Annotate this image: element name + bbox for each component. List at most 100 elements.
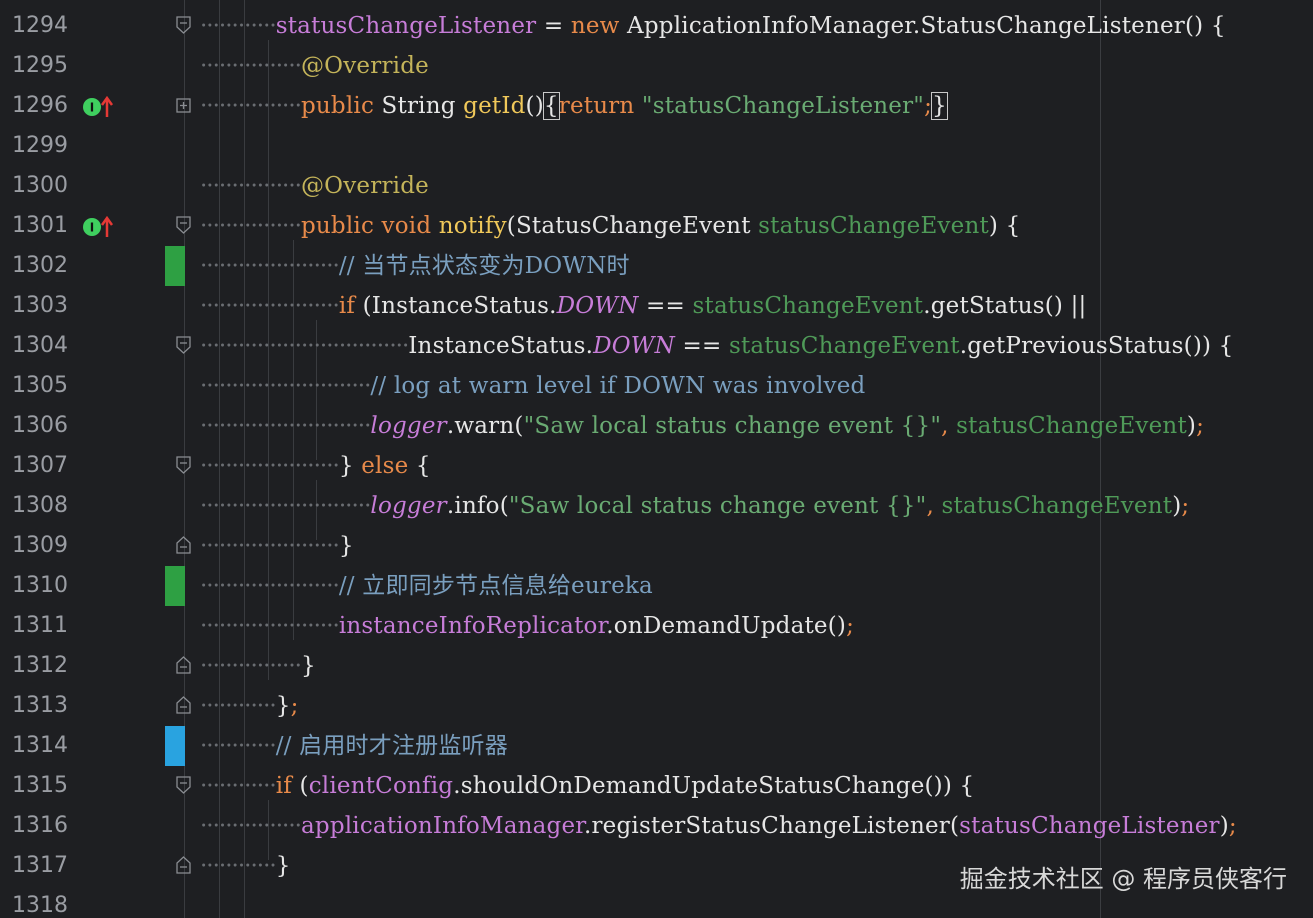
fold-end-icon[interactable] [176, 656, 191, 674]
whitespace-dots: ······················ [200, 613, 340, 639]
code-token: .onDemandUpdate() [606, 613, 847, 639]
code-token: { [408, 453, 431, 479]
implementing-method-icon[interactable]: I [82, 96, 116, 118]
folded-region-brace[interactable]: { [542, 92, 560, 120]
fold-expand-icon[interactable] [176, 98, 191, 116]
code-token: else [361, 453, 409, 479]
code-line[interactable]: 1299 [0, 126, 1313, 166]
code-line[interactable]: 1300 ················@Override [0, 166, 1313, 206]
code-line[interactable]: 1309 ······················} [0, 526, 1313, 566]
code-token: ; [846, 613, 855, 639]
code-token: .getStatus() || [923, 293, 1087, 319]
line-number: 1303 [12, 293, 68, 318]
code-line[interactable]: 1316 ················applicationInfoMana… [0, 806, 1313, 846]
fold-end-icon[interactable] [176, 856, 191, 874]
code-token: clientConfig [308, 773, 454, 799]
code-token: = [536, 13, 571, 39]
whitespace-dots: ··························· [200, 373, 371, 399]
code-line[interactable]: 1307 ······················} else { [0, 446, 1313, 486]
whitespace-dots: ················ [200, 213, 302, 239]
line-number: 1310 [12, 573, 68, 598]
code-line[interactable]: 1315 ············if (clientConfig.should… [0, 766, 1313, 806]
line-number: 1296 [12, 93, 68, 118]
fold-end-icon[interactable] [176, 696, 191, 714]
line-number: 1302 [12, 253, 68, 278]
fold-collapse-icon[interactable] [176, 776, 191, 794]
code-line[interactable]: 1312 ················} [0, 646, 1313, 686]
code-line[interactable]: 1295 ················@Override [0, 46, 1313, 86]
whitespace-dots: ··························· [200, 493, 371, 519]
code-token: applicationInfoManager [300, 813, 584, 839]
code-token: DOWN [556, 293, 639, 319]
code-token: .registerStatusChangeListener( [583, 813, 960, 839]
code-token: ; [1181, 493, 1190, 519]
code-token: // log at warn level if DOWN was involve… [370, 373, 866, 399]
code-token: if [275, 773, 293, 799]
whitespace-dots: ················ [200, 93, 302, 119]
code-line[interactable]: 1301 I ················public void notif… [0, 206, 1313, 246]
line-number: 1306 [12, 413, 68, 438]
line-number: 1317 [12, 853, 68, 878]
code-token: ; [1228, 813, 1237, 839]
fold-collapse-icon[interactable] [176, 216, 191, 234]
code-token: ; [290, 693, 299, 719]
vcs-modified-marker[interactable] [165, 246, 185, 286]
fold-end-icon[interactable] [176, 536, 191, 554]
code-token: @Override [300, 53, 429, 79]
code-line[interactable]: 1304 ·································In… [0, 326, 1313, 366]
code-token: == [638, 293, 693, 319]
line-number: 1301 [12, 213, 68, 238]
line-number: 1300 [12, 173, 68, 198]
implementing-method-icon[interactable]: I [82, 216, 116, 238]
code-line[interactable]: 1308 ···························logger.i… [0, 486, 1313, 526]
code-line[interactable]: 1294 ············statusChangeListener = … [0, 6, 1313, 46]
code-line[interactable]: 1314 ············// 启用时才注册监听器 [0, 726, 1313, 766]
code-line[interactable]: 1311 ······················instanceInfoR… [0, 606, 1313, 646]
whitespace-dots: ················ [200, 173, 302, 199]
code-token: ( [292, 773, 309, 799]
whitespace-dots: ··························· [200, 413, 371, 439]
line-number: 1315 [12, 773, 68, 798]
whitespace-dots: ················ [200, 813, 302, 839]
code-line[interactable]: 1302 ······················// 当节点状态变为DOW… [0, 246, 1313, 286]
whitespace-dots: ············ [200, 773, 277, 799]
code-token: } [338, 453, 362, 479]
code-token: DOWN [593, 333, 675, 359]
code-line[interactable]: 1306 ···························logger.w… [0, 406, 1313, 446]
whitespace-dots: ······················ [200, 253, 340, 279]
folded-region-brace[interactable]: } [931, 92, 948, 120]
code-token: ) [1172, 493, 1182, 519]
code-token: (StatusChangeEvent [506, 213, 759, 239]
whitespace-dots: ································· [200, 333, 409, 359]
line-number: 1308 [12, 493, 68, 518]
code-token: return [558, 93, 635, 119]
line-number: 1309 [12, 533, 68, 558]
code-line[interactable]: 1313 ············}; [0, 686, 1313, 726]
code-token: String [374, 93, 464, 119]
code-token: // 启用时才注册监听器 [275, 733, 508, 759]
code-token: , [941, 413, 949, 439]
code-token: instanceInfoReplicator [338, 613, 607, 639]
code-token: ) { [988, 213, 1021, 239]
fold-collapse-icon[interactable] [176, 336, 191, 354]
line-number: 1318 [12, 893, 68, 918]
vcs-added-marker[interactable] [165, 726, 185, 766]
code-token: .warn( [446, 413, 524, 439]
code-line[interactable]: 1303 ······················if (InstanceS… [0, 286, 1313, 326]
code-token: } [300, 653, 316, 679]
vcs-modified-marker[interactable] [165, 566, 185, 606]
code-token: .getPreviousStatus()) { [959, 333, 1234, 359]
code-token: // 立即同步节点信息给eureka [338, 573, 653, 599]
code-editor[interactable]: 1294 ············statusChangeListener = … [0, 0, 1313, 918]
code-token: statusChangeEvent [933, 493, 1173, 519]
fold-collapse-icon[interactable] [176, 16, 191, 34]
svg-text:I: I [90, 101, 94, 115]
whitespace-dots: ············ [200, 693, 277, 719]
code-line[interactable]: 1296 I ················public String get… [0, 86, 1313, 126]
code-token: statusChangeEvent [758, 213, 989, 239]
code-line[interactable]: 1310 ······················// 立即同步节点信息给e… [0, 566, 1313, 606]
code-line[interactable]: 1305 ···························// log a… [0, 366, 1313, 406]
line-number: 1313 [12, 693, 68, 718]
fold-collapse-icon[interactable] [176, 456, 191, 474]
code-token: // 当节点状态变为DOWN时 [338, 253, 630, 279]
